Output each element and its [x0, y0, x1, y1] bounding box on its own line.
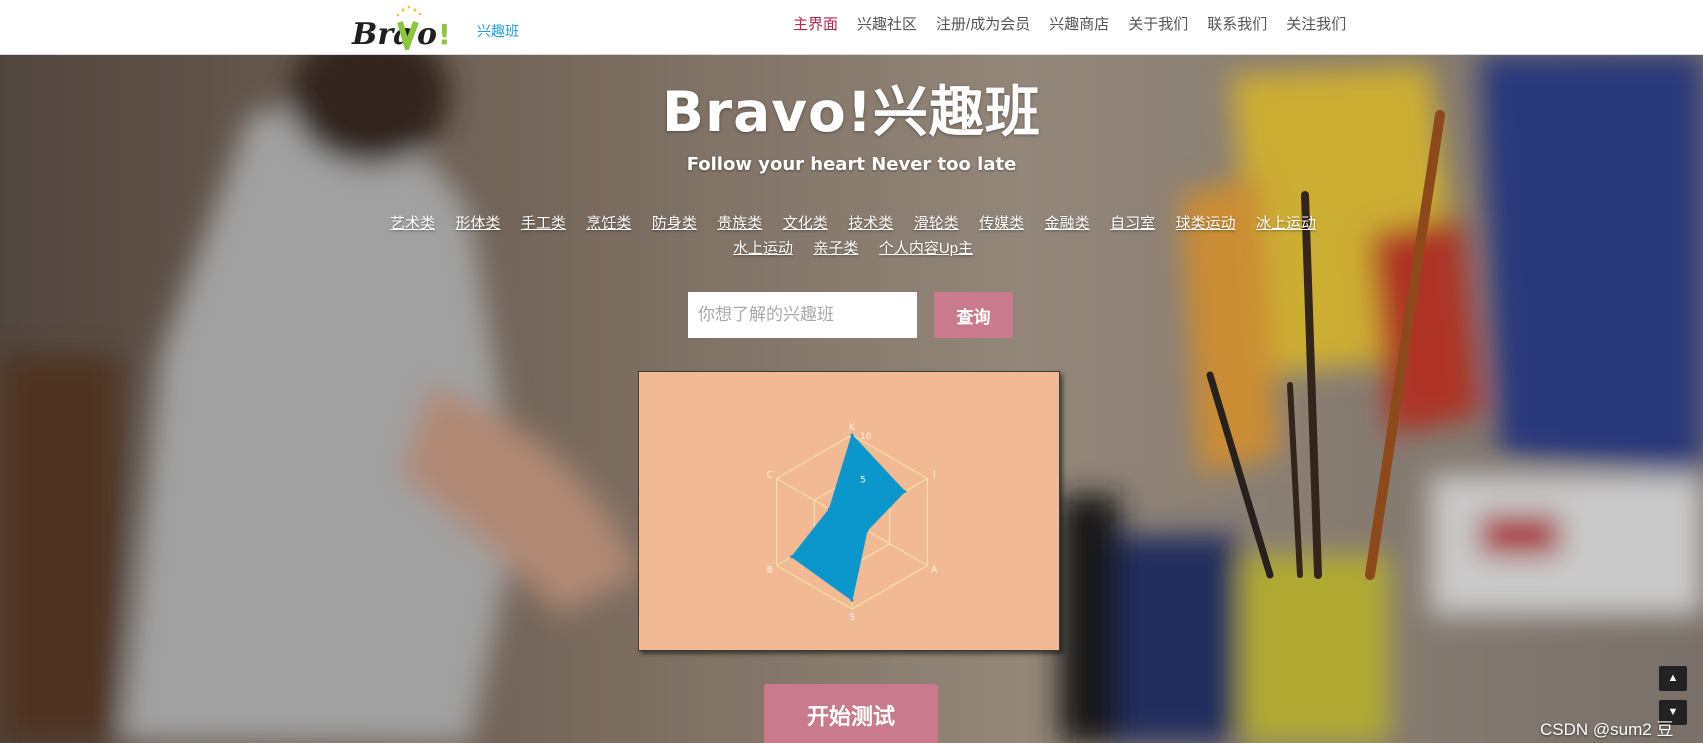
category-link[interactable]: 文化类 — [783, 215, 828, 232]
radar-chart: K I A S B C 5 10 — [767, 423, 939, 623]
category-link[interactable]: 亲子类 — [813, 240, 858, 257]
category-link[interactable]: 技术类 — [848, 215, 893, 232]
logo-subtitle[interactable]: 兴趣班 — [477, 21, 519, 41]
svg-text:o: o — [417, 17, 437, 50]
category-link[interactable]: 烹饪类 — [586, 215, 631, 232]
category-link[interactable]: 金融类 — [1045, 215, 1090, 232]
category-link[interactable]: 传媒类 — [979, 215, 1024, 232]
radar-tick-label: 5 — [860, 476, 866, 486]
radar-axis-label: I — [933, 471, 936, 481]
start-test-button[interactable]: 开始测试 — [764, 684, 938, 743]
radar-data-point — [865, 529, 869, 533]
radar-axis-label: S — [849, 613, 855, 623]
nav-item-follow[interactable]: 关注我们 — [1286, 13, 1346, 34]
radar-data-point — [827, 507, 831, 511]
nav-item-contact[interactable]: 联系我们 — [1207, 13, 1267, 34]
hero-section: Bravo!兴趣班 Follow your heart Never too la… — [0, 55, 1703, 743]
category-link[interactable]: 冰上运动 — [1256, 215, 1316, 232]
category-link[interactable]: 个人内容Up主 — [879, 240, 973, 257]
category-link[interactable]: 防身类 — [652, 215, 697, 232]
nav-item-home[interactable]: 主界面 — [793, 13, 838, 34]
category-link[interactable]: 滑轮类 — [914, 215, 959, 232]
radar-chart-panel: K I A S B C 5 10 — [638, 371, 1060, 651]
main-nav: 主界面 兴趣社区 注册/成为会员 兴趣商店 关于我们 联系我们 关注我们 — [793, 13, 1365, 34]
top-navigation-bar: Bra o ! 兴趣班 主界面 兴趣社区 注册/成为会员 兴趣商店 关于我们 联… — [0, 0, 1703, 56]
category-link[interactable]: 贵族类 — [717, 215, 762, 232]
radar-axis-label: B — [767, 566, 773, 576]
category-link[interactable]: 手工类 — [521, 215, 566, 232]
category-link[interactable]: 球类运动 — [1176, 215, 1236, 232]
category-link[interactable]: 形体类 — [455, 215, 500, 232]
nav-item-register[interactable]: 注册/成为会员 — [936, 13, 1030, 34]
svg-text:!: ! — [438, 18, 451, 50]
category-links: 艺术类 形体类 手工类 烹饪类 防身类 贵族类 文化类 技术类 滑轮类 传媒类 … — [355, 211, 1351, 261]
category-link[interactable]: 自习室 — [1110, 215, 1155, 232]
scroll-up-icon[interactable]: ▲ — [1659, 666, 1687, 691]
radar-axis-label: C — [767, 471, 773, 481]
nav-item-community[interactable]: 兴趣社区 — [857, 13, 917, 34]
radar-axis-label: K — [849, 423, 856, 433]
bravo-logo[interactable]: Bra o ! — [350, 4, 460, 56]
category-link[interactable]: 水上运动 — [733, 240, 793, 257]
search-button[interactable]: 查询 — [934, 292, 1013, 338]
radar-data-point — [790, 555, 794, 559]
radar-data-point — [903, 490, 907, 494]
radar-data-point — [850, 598, 854, 602]
nav-item-shop[interactable]: 兴趣商店 — [1049, 13, 1109, 34]
radar-tick-label: 10 — [860, 432, 872, 442]
watermark-text: CSDN @sum2 豆 — [1540, 720, 1674, 739]
radar-data-point — [850, 433, 854, 437]
hero-subtitle: Follow your heart Never too late — [686, 154, 1017, 175]
nav-item-about[interactable]: 关于我们 — [1128, 13, 1188, 34]
radar-axis-label: A — [931, 566, 938, 576]
category-link[interactable]: 艺术类 — [390, 215, 435, 232]
hero-title: Bravo!兴趣班 — [662, 80, 1041, 144]
search-input[interactable] — [688, 292, 917, 338]
